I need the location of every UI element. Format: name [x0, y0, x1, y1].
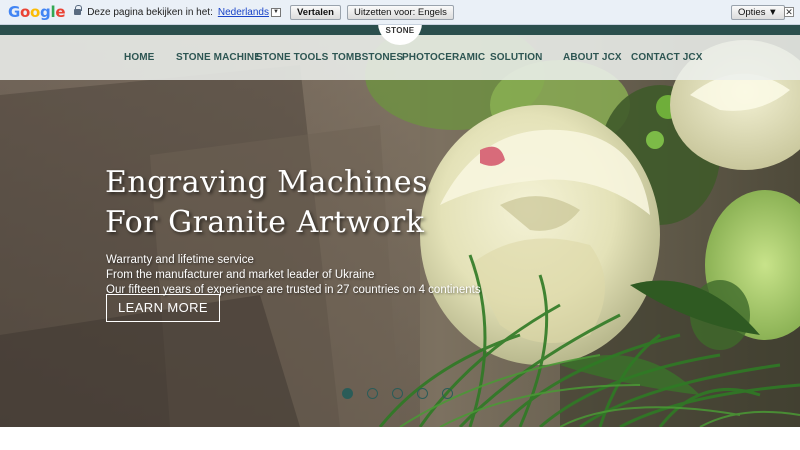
hero-line-1: Warranty and lifetime service — [106, 254, 254, 266]
hero-title-line-1: Engraving Machines — [105, 165, 429, 200]
language-select[interactable]: Nederlands — [218, 7, 269, 18]
nav-item-home[interactable]: HOME — [124, 52, 154, 63]
hero-description: Warranty and lifetime service From the m… — [106, 253, 481, 298]
nav-item-stone-tools[interactable]: STONE TOOLS — [256, 52, 328, 63]
hero-slider: Engraving Machines For Granite Artwork W… — [0, 35, 800, 427]
nav-item-photoceramic[interactable]: PHOTOCERAMIC — [402, 52, 485, 63]
translate-bar: Google Deze pagina bekijken in het: Nede… — [0, 0, 800, 25]
hero-title-line-2: For Granite Artwork — [105, 205, 425, 240]
slider-dot-4[interactable] — [417, 388, 428, 399]
hero-title: Engraving Machines For Granite Artwork — [105, 163, 428, 243]
close-icon[interactable]: ✕ — [784, 7, 794, 17]
learn-more-button[interactable]: LEARN MORE — [106, 294, 220, 322]
nav-item-solution[interactable]: SOLUTION — [490, 52, 542, 63]
slider-dot-5[interactable] — [442, 388, 453, 399]
disable-translate-button[interactable]: Uitzetten voor: Engels — [346, 4, 454, 20]
translate-prompt: Deze pagina bekijken in het: — [87, 6, 213, 18]
chevron-down-icon[interactable]: ▼ — [271, 7, 281, 17]
translate-button[interactable]: Vertalen — [290, 4, 341, 20]
nav-item-stone-machine[interactable]: STONE MACHINE — [176, 52, 261, 63]
slider-dot-2[interactable] — [367, 388, 378, 399]
nav-item-tombstones[interactable]: TOMBSTONES — [332, 52, 403, 63]
slider-dot-3[interactable] — [392, 388, 403, 399]
lock-icon — [74, 5, 83, 16]
slider-pagination — [342, 388, 453, 399]
logo-text: STONE — [385, 26, 415, 35]
slider-dot-1[interactable] — [342, 388, 353, 399]
nav-item-about-jcx[interactable]: ABOUT JCX — [563, 52, 622, 63]
options-button[interactable]: Opties ▼ — [731, 5, 785, 20]
nav-item-contact-jcx[interactable]: CONTACT JCX — [631, 52, 702, 63]
hero-line-2: From the manufacturer and market leader … — [106, 269, 375, 281]
google-logo: Google — [8, 3, 66, 21]
